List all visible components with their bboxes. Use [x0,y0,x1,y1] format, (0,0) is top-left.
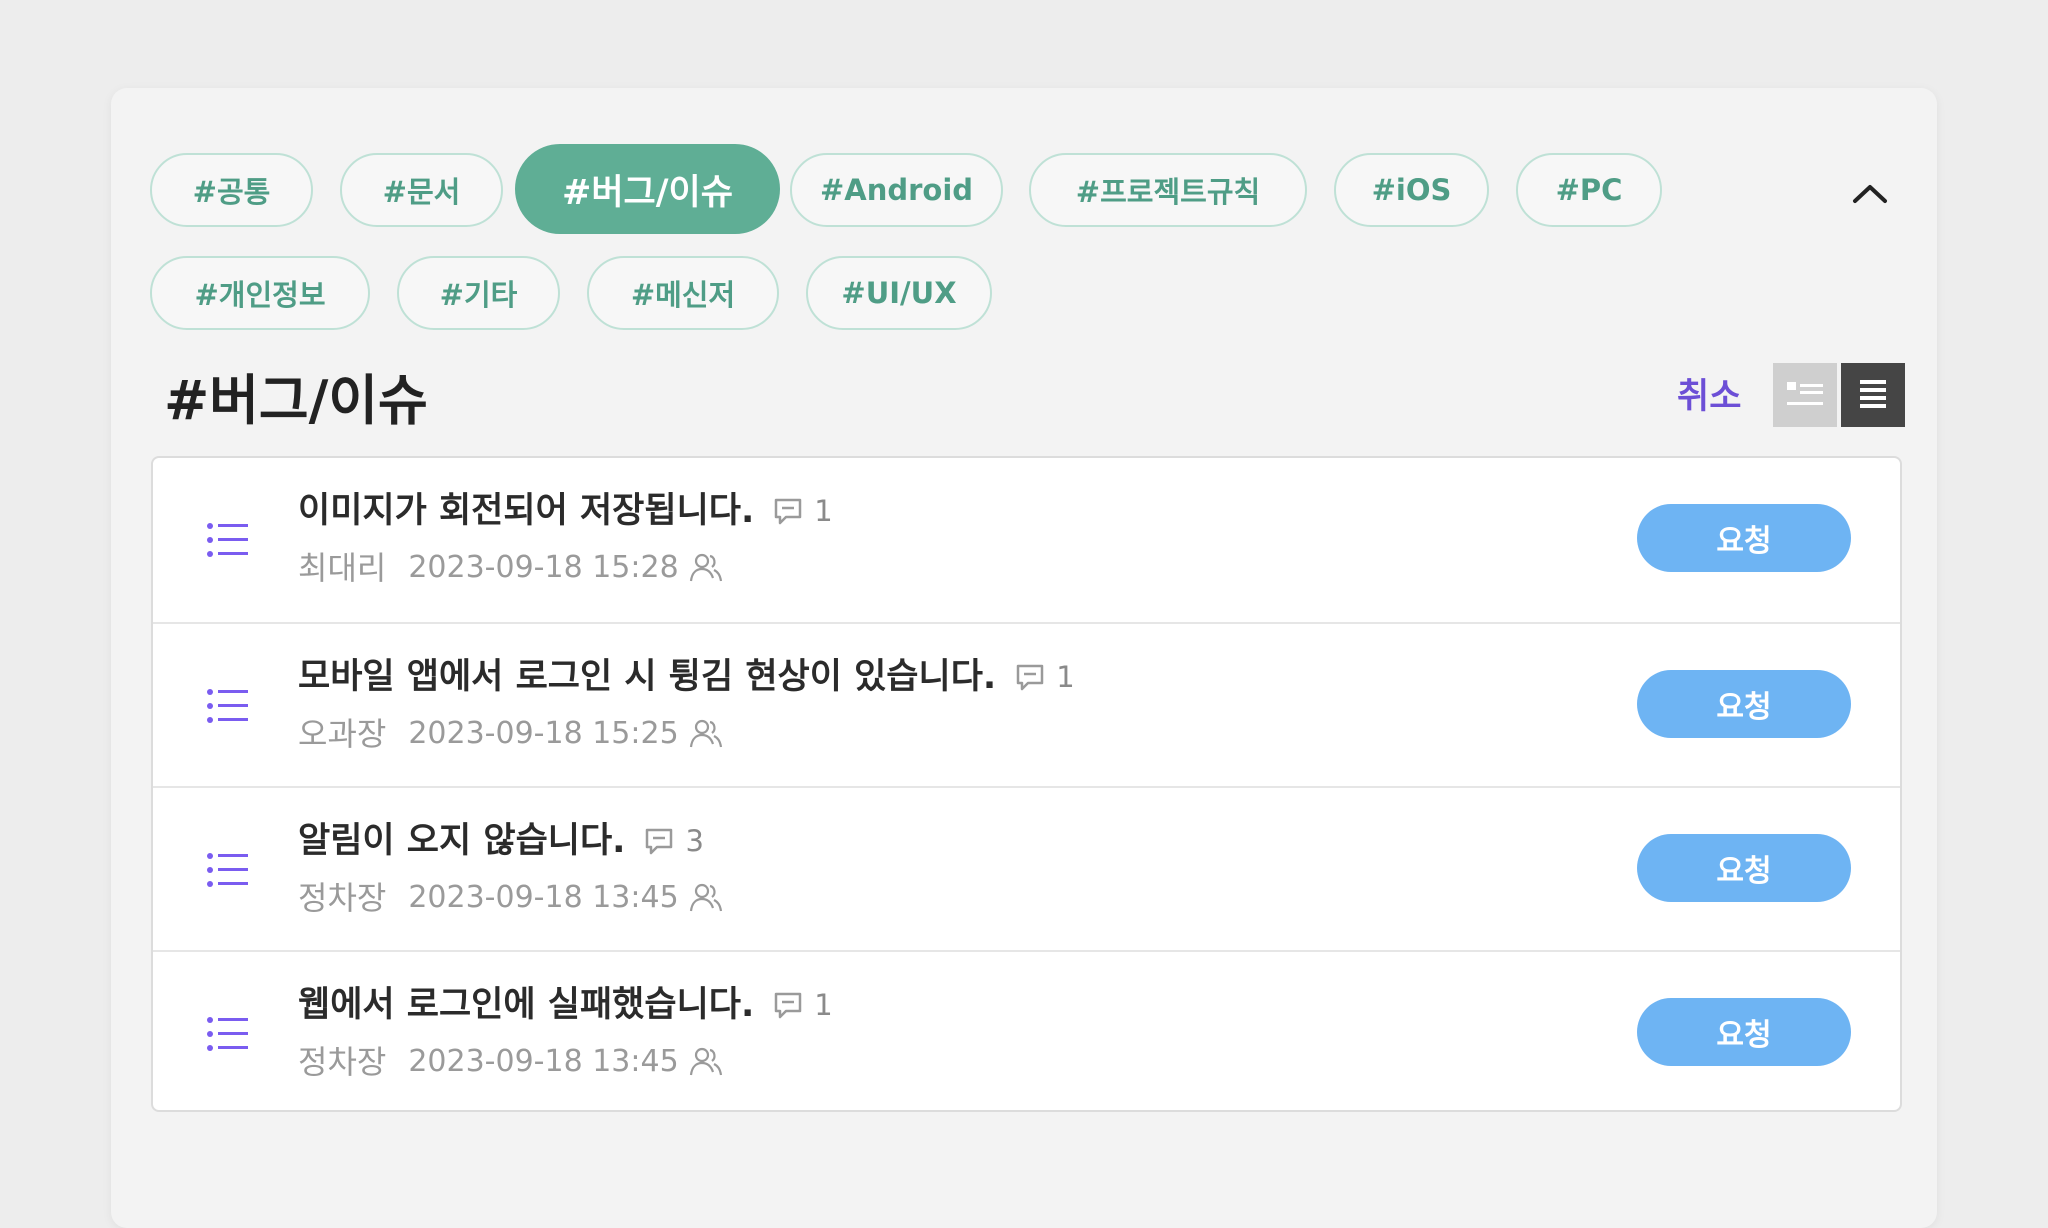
tag-project-rules[interactable]: #프로젝트규칙 [1029,153,1307,227]
comment-count: 1 [814,988,833,1022]
collapse-tags-button[interactable] [1844,170,1896,216]
post-title-row: 모바일 앱에서 로그인 시 튕김 현상이 있습니다. 1 [298,652,1075,702]
list-item[interactable]: 이미지가 회전되어 저장됩니다. 1 최대리 2023-09-18 15:28 … [153,458,1900,622]
post-date: 2023-09-18 13:45 [408,880,679,915]
post-author: 오과장 [298,715,387,753]
tag-etc[interactable]: #기타 [397,256,560,330]
post-date: 2023-09-18 13:45 [408,1044,679,1079]
list-item[interactable]: 웹에서 로그인에 실패했습니다. 1 정차장 2023-09-18 13:45 … [153,950,1900,1114]
post-author: 최대리 [298,549,387,587]
post-title-row: 웹에서 로그인에 실패했습니다. 1 [298,980,833,1030]
users-icon [689,719,722,748]
post-date: 2023-09-18 15:28 [408,550,679,585]
list-icon [207,1017,248,1051]
post-author: 정차장 [298,879,387,917]
list-view-icon [1860,380,1886,408]
post-title[interactable]: 웹에서 로그인에 실패했습니다. [298,980,754,1030]
post-date: 2023-09-18 15:25 [408,716,679,751]
chevron-up-icon [1853,185,1887,203]
comment-count: 1 [1056,660,1075,694]
list-icon [207,689,248,723]
list-view-button[interactable] [1841,363,1905,427]
users-icon [689,553,722,582]
post-title[interactable]: 알림이 오지 않습니다. [298,816,625,866]
comment-icon [775,498,802,525]
card-view-button[interactable] [1773,363,1837,427]
list-icon [207,523,248,557]
post-author: 정차장 [298,1043,387,1081]
request-button[interactable]: 요청 [1637,998,1851,1066]
comment-icon [1016,664,1044,691]
tag-pc[interactable]: #PC [1516,153,1662,227]
comment-count: 1 [814,494,833,528]
tag-messenger[interactable]: #메신저 [587,256,779,330]
list-item[interactable]: 알림이 오지 않습니다. 3 정차장 2023-09-18 13:45 요청 [153,786,1900,950]
post-meta: 오과장 2023-09-18 15:25 [298,712,723,756]
post-title[interactable]: 모바일 앱에서 로그인 시 튕김 현상이 있습니다. [298,652,996,702]
tag-ios[interactable]: #iOS [1334,153,1489,227]
users-icon [689,883,722,912]
tag-android[interactable]: #Android [790,153,1003,227]
comment-count: 3 [685,824,704,858]
cancel-button[interactable]: 취소 [1677,372,1741,422]
tag-ui-ux[interactable]: #UI/UX [806,256,992,330]
tag-document[interactable]: #문서 [340,153,503,227]
request-button[interactable]: 요청 [1637,504,1851,572]
post-title-row: 이미지가 회전되어 저장됩니다. 1 [298,486,833,536]
card-view-icon [1787,382,1823,405]
tag-bug-issue[interactable]: #버그/이슈 [515,144,780,234]
post-meta: 정차장 2023-09-18 13:45 [298,1040,723,1084]
comment-icon [646,828,673,855]
list-item[interactable]: 모바일 앱에서 로그인 시 튕김 현상이 있습니다. 1 오과장 2023-09… [153,622,1900,786]
post-meta: 최대리 2023-09-18 15:28 [298,546,723,590]
post-title[interactable]: 이미지가 회전되어 저장됩니다. [298,486,754,536]
post-title-row: 알림이 오지 않습니다. 3 [298,816,704,866]
post-list: 이미지가 회전되어 저장됩니다. 1 최대리 2023-09-18 15:28 … [151,456,1902,1112]
request-button[interactable]: 요청 [1637,670,1851,738]
list-icon [207,853,248,887]
section-title: #버그/이슈 [164,369,428,432]
tag-common[interactable]: #공통 [150,153,313,227]
users-icon [689,1047,722,1076]
comment-icon [775,992,802,1019]
post-meta: 정차장 2023-09-18 13:45 [298,876,723,920]
tag-personal-info[interactable]: #개인정보 [150,256,370,330]
request-button[interactable]: 요청 [1637,834,1851,902]
